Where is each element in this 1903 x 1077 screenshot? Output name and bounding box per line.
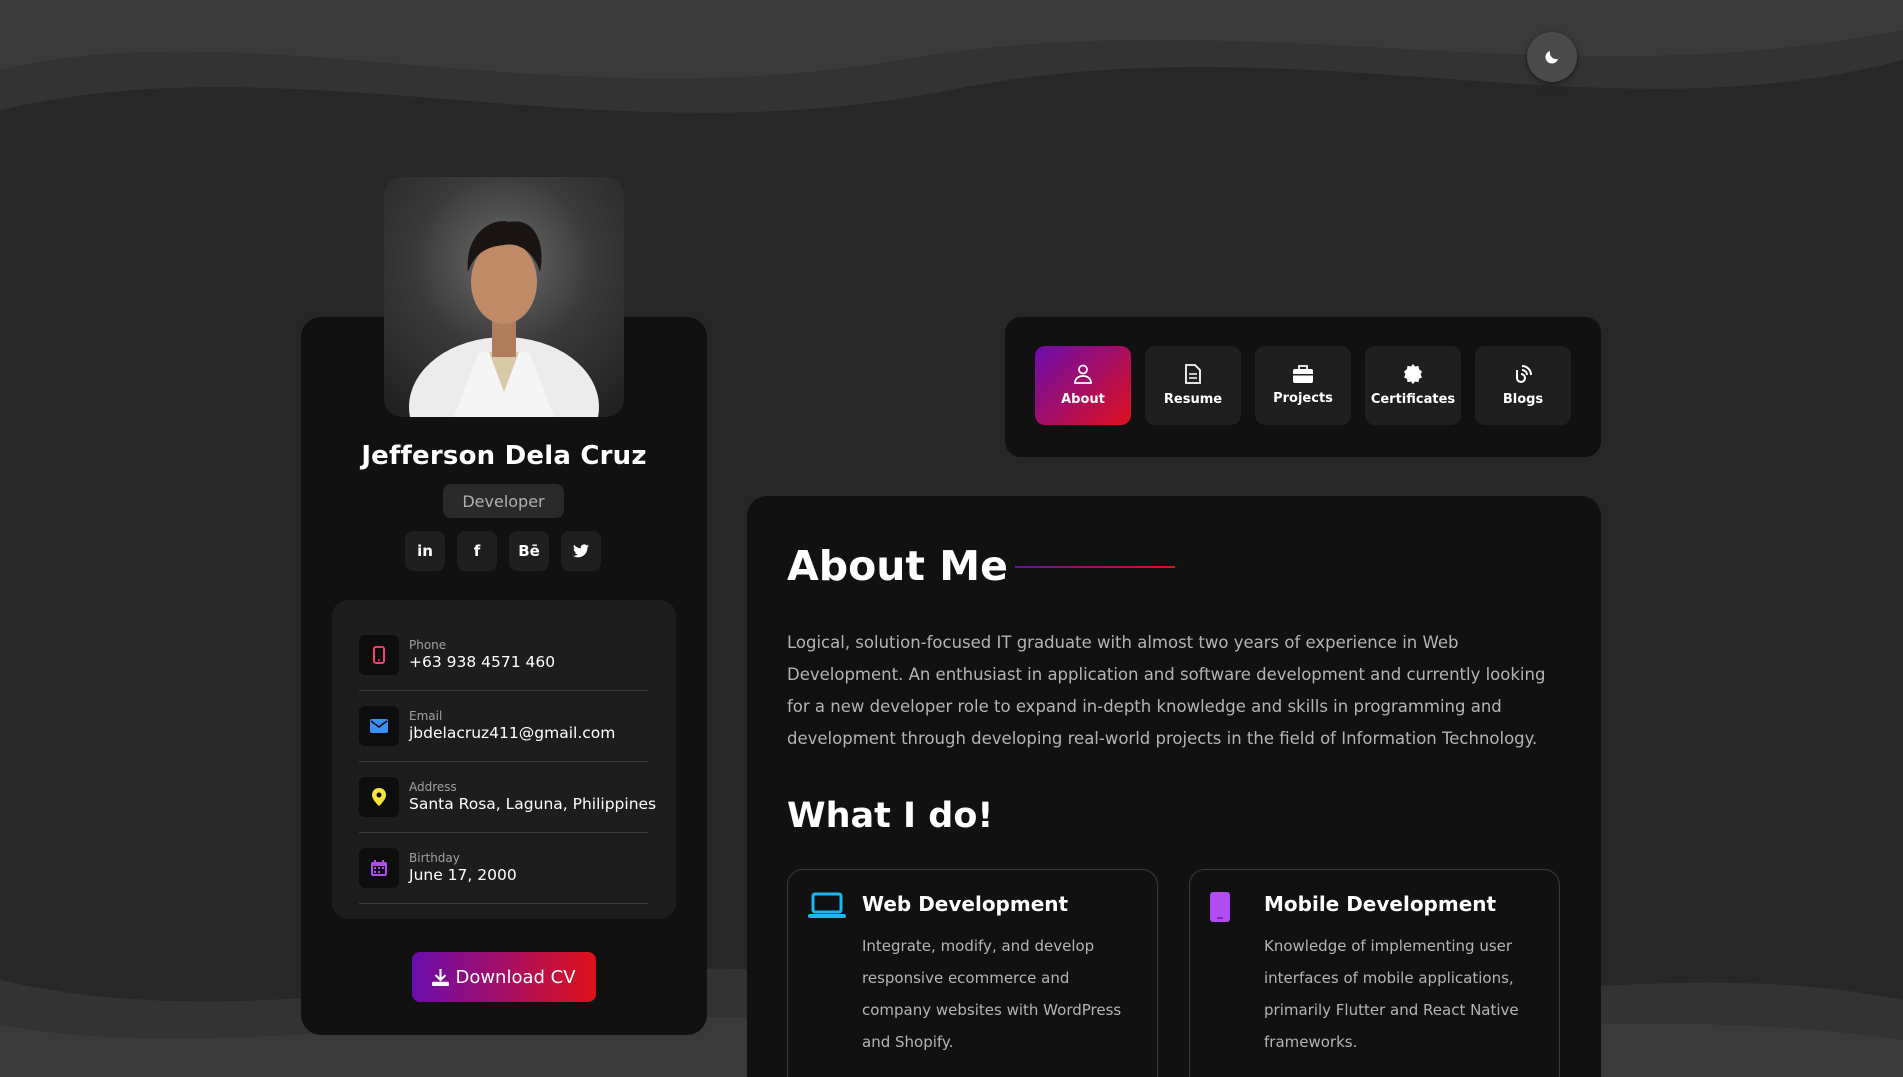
profile-role-badge: Developer xyxy=(443,484,564,518)
profile-name: Jefferson Dela Cruz xyxy=(361,441,647,471)
theme-toggle-button[interactable] xyxy=(1527,32,1577,82)
section-title: About Me xyxy=(787,542,1008,590)
certificate-icon xyxy=(1404,364,1422,384)
behance-icon: Bē xyxy=(518,542,540,560)
tab-label: Blogs xyxy=(1502,392,1544,407)
phone-icon xyxy=(359,635,399,675)
social-links: in f Bē xyxy=(405,531,601,571)
tab-blogs[interactable]: Blogs xyxy=(1475,346,1571,425)
tab-about[interactable]: About xyxy=(1035,346,1131,425)
contact-label: Email xyxy=(409,709,443,723)
what-i-do-title: What I do! xyxy=(787,796,994,836)
service-card-mobile: Mobile Development Knowledge of implemen… xyxy=(1189,869,1560,1077)
linkedin-icon: in xyxy=(417,542,433,560)
envelope-icon xyxy=(359,706,399,746)
contact-label: Address xyxy=(409,780,457,794)
map-pin-icon xyxy=(359,777,399,817)
behance-button[interactable]: Bē xyxy=(509,531,549,571)
download-icon xyxy=(432,968,450,986)
tab-certificates[interactable]: Certificates xyxy=(1365,346,1461,425)
title-underline xyxy=(1015,566,1175,568)
contact-value: +63 938 4571 460 xyxy=(409,653,556,671)
service-description: Integrate, modify, and develop responsiv… xyxy=(862,937,1122,1051)
facebook-icon: f xyxy=(473,542,481,560)
twitter-icon xyxy=(573,544,589,558)
contact-value: jbdelacruz411@gmail.com xyxy=(409,724,616,742)
tab-label: Certificates xyxy=(1370,392,1456,407)
moon-icon xyxy=(1545,51,1558,64)
facebook-button[interactable]: f xyxy=(457,531,497,571)
calendar-icon xyxy=(359,848,399,888)
contact-row-phone: Phone +63 938 4571 460 xyxy=(359,620,648,691)
tab-resume[interactable]: Resume xyxy=(1145,346,1241,425)
download-cv-label: Download CV xyxy=(455,966,576,988)
linkedin-button[interactable]: in xyxy=(405,531,445,571)
profile-photo xyxy=(384,177,624,417)
contact-info-box: Phone +63 938 4571 460 Email jbdelacruz4… xyxy=(332,600,676,919)
section-nav: About Resume Projects Certificates Blogs xyxy=(1005,317,1601,457)
service-title: Web Development xyxy=(862,892,1069,916)
contact-row-email: Email jbdelacruz411@gmail.com xyxy=(359,691,648,762)
tab-projects[interactable]: Projects xyxy=(1255,346,1351,425)
user-icon xyxy=(1074,364,1092,384)
laptop-icon xyxy=(808,892,846,918)
twitter-button[interactable] xyxy=(561,531,601,571)
about-paragraph: Logical, solution-focused IT graduate wi… xyxy=(787,633,1546,748)
service-description: Knowledge of implementing user interface… xyxy=(1264,937,1519,1051)
contact-value: June 17, 2000 xyxy=(409,866,517,884)
contact-row-address: Address Santa Rosa, Laguna, Philippines xyxy=(359,762,656,833)
tab-label: About xyxy=(1061,392,1105,407)
tab-label: Projects xyxy=(1273,391,1333,406)
contact-label: Birthday xyxy=(409,851,460,865)
about-section: About Me Logical, solution-focused IT gr… xyxy=(747,496,1601,1077)
contact-value: Santa Rosa, Laguna, Philippines xyxy=(409,795,657,813)
contact-row-birthday: Birthday June 17, 2000 xyxy=(359,833,648,904)
service-title: Mobile Development xyxy=(1264,892,1497,916)
contact-label: Phone xyxy=(409,638,447,652)
tab-label: Resume xyxy=(1163,392,1223,407)
briefcase-icon xyxy=(1293,365,1313,383)
blog-icon xyxy=(1516,365,1532,383)
download-cv-button[interactable]: Download CV xyxy=(412,952,596,1002)
mobile-icon xyxy=(1210,892,1230,922)
file-icon xyxy=(1185,364,1201,384)
service-card-web: Web Development Integrate, modify, and d… xyxy=(787,869,1158,1077)
